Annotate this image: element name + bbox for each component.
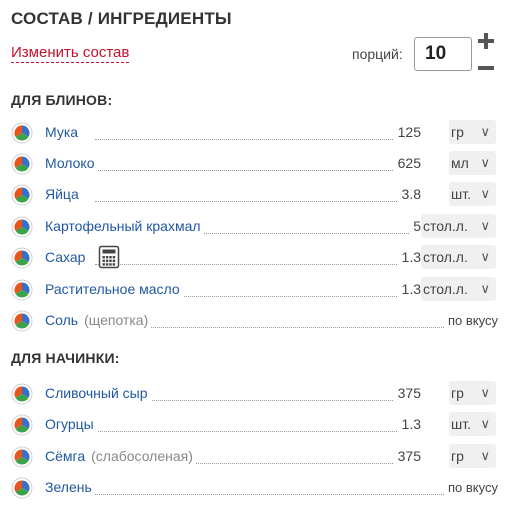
- ingredient-name[interactable]: Картофельный крахмал: [45, 218, 204, 234]
- dotted-leader: [95, 264, 421, 265]
- ingredient-name[interactable]: Сахар: [45, 249, 89, 265]
- ingredient-name[interactable]: Зелень: [45, 479, 95, 495]
- calculator-icon[interactable]: [98, 245, 120, 269]
- ingredient-row: Сахар 1.3 стол.л. ∨: [0, 243, 514, 273]
- unit-label: мл: [451, 155, 469, 171]
- ingredient-row: Соль (щепотка) по вкусу: [0, 306, 514, 336]
- unit-label: шт.: [451, 186, 471, 202]
- pie-chart-icon[interactable]: [11, 310, 33, 332]
- section-heading-pancakes: ДЛЯ БЛИНОВ:: [11, 92, 113, 108]
- unit-select[interactable]: мл ∨: [449, 151, 496, 175]
- to-taste-label: по вкусу: [444, 313, 498, 328]
- ingredient-name[interactable]: Сливочный сыр: [45, 385, 151, 401]
- ingredient-name[interactable]: Яйца: [45, 186, 82, 202]
- pie-chart-icon[interactable]: [11, 414, 33, 436]
- chevron-down-icon: ∨: [480, 186, 490, 201]
- dotted-leader: [95, 139, 421, 140]
- edit-ingredients-link[interactable]: Изменить состав: [11, 44, 130, 63]
- ingredient-row: Яйца 3.8 шт. ∨: [0, 180, 514, 210]
- unit-select[interactable]: шт. ∨: [449, 412, 496, 436]
- unit-label: гр: [451, 448, 464, 464]
- pie-chart-icon[interactable]: [11, 383, 33, 405]
- pie-chart-icon[interactable]: [11, 153, 33, 175]
- dotted-leader: [95, 170, 421, 171]
- ingredient-quantity: 5: [409, 218, 421, 234]
- pie-chart-icon[interactable]: [11, 477, 33, 499]
- unit-select[interactable]: гр ∨: [449, 444, 496, 468]
- portions-label: порций:: [352, 46, 403, 62]
- chevron-down-icon: ∨: [480, 281, 490, 296]
- ingredient-name[interactable]: Мука: [45, 124, 82, 140]
- dotted-leader: [95, 201, 421, 202]
- ingredient-name[interactable]: Растительное масло: [45, 281, 183, 297]
- ingredient-name[interactable]: Соль (щепотка): [45, 312, 152, 328]
- unit-label: стол.л.: [423, 281, 468, 297]
- unit-select[interactable]: гр ∨: [449, 120, 496, 144]
- ingredient-quantity: 375: [393, 385, 421, 401]
- ingredient-name[interactable]: Сёмга (слабосоленая): [45, 448, 196, 464]
- chevron-down-icon: ∨: [480, 385, 490, 400]
- ingredient-row: Молоко 625 мл ∨: [0, 149, 514, 179]
- ingredient-note: (слабосоленая): [91, 448, 193, 464]
- unit-label: шт.: [451, 416, 471, 432]
- unit-select[interactable]: стол.л. ∨: [421, 245, 496, 269]
- minus-button[interactable]: [477, 59, 495, 77]
- pie-chart-icon[interactable]: [11, 446, 33, 468]
- unit-select[interactable]: стол.л. ∨: [421, 214, 496, 238]
- unit-label: гр: [451, 124, 464, 140]
- unit-select[interactable]: шт. ∨: [449, 182, 496, 206]
- ingredient-row: Зелень по вкусу: [0, 473, 514, 503]
- unit-label: стол.л.: [423, 249, 468, 265]
- ingredient-row: Сливочный сыр 375 гр ∨: [0, 379, 514, 409]
- ingredient-name[interactable]: Огурцы: [45, 416, 97, 432]
- dotted-leader: [95, 431, 421, 432]
- ingredient-row: Сёмга (слабосоленая) 375 гр ∨: [0, 442, 514, 472]
- pie-chart-icon[interactable]: [11, 122, 33, 144]
- ingredient-quantity: 625: [393, 155, 421, 171]
- plus-button[interactable]: [477, 32, 495, 50]
- chevron-down-icon: ∨: [480, 249, 490, 264]
- unit-select[interactable]: гр ∨: [449, 381, 496, 405]
- page-title: СОСТАВ / ИНГРЕДИЕНТЫ: [11, 9, 232, 28]
- chevron-down-icon: ∨: [480, 155, 490, 170]
- ingredient-row: Мука 125 гр ∨: [0, 118, 514, 148]
- chevron-down-icon: ∨: [480, 416, 490, 431]
- ingredient-quantity: 125: [393, 124, 421, 140]
- ingredient-note: (щепотка): [84, 312, 149, 328]
- unit-label: стол.л.: [423, 218, 468, 234]
- ingredient-name[interactable]: Молоко: [45, 155, 98, 171]
- unit-label: гр: [451, 385, 464, 401]
- pie-chart-icon[interactable]: [11, 279, 33, 301]
- chevron-down-icon: ∨: [480, 218, 490, 233]
- ingredient-row: Огурцы 1.3 шт. ∨: [0, 410, 514, 440]
- dotted-leader: [95, 494, 498, 495]
- chevron-down-icon: ∨: [480, 124, 490, 139]
- ingredient-quantity: 1.3: [397, 281, 421, 297]
- portions-input[interactable]: [414, 37, 472, 71]
- ingredient-label: Соль: [45, 312, 79, 328]
- ingredient-quantity: 1.3: [397, 249, 421, 265]
- to-taste-label: по вкусу: [444, 480, 498, 495]
- ingredient-quantity: 3.8: [397, 186, 421, 202]
- pie-chart-icon[interactable]: [11, 184, 33, 206]
- pie-chart-icon[interactable]: [11, 216, 33, 238]
- pie-chart-icon[interactable]: [11, 247, 33, 269]
- ingredient-label: Сёмга: [45, 448, 86, 464]
- ingredient-quantity: 1.3: [397, 416, 421, 432]
- section-heading-filling: ДЛЯ НАЧИНКИ:: [11, 350, 120, 366]
- chevron-down-icon: ∨: [480, 448, 490, 463]
- dotted-leader: [95, 327, 498, 328]
- ingredient-quantity: 375: [393, 448, 421, 464]
- unit-select[interactable]: стол.л. ∨: [421, 277, 496, 301]
- ingredient-row: Картофельный крахмал 5 стол.л. ∨: [0, 212, 514, 242]
- ingredient-row: Растительное масло 1.3 стол.л. ∨: [0, 275, 514, 305]
